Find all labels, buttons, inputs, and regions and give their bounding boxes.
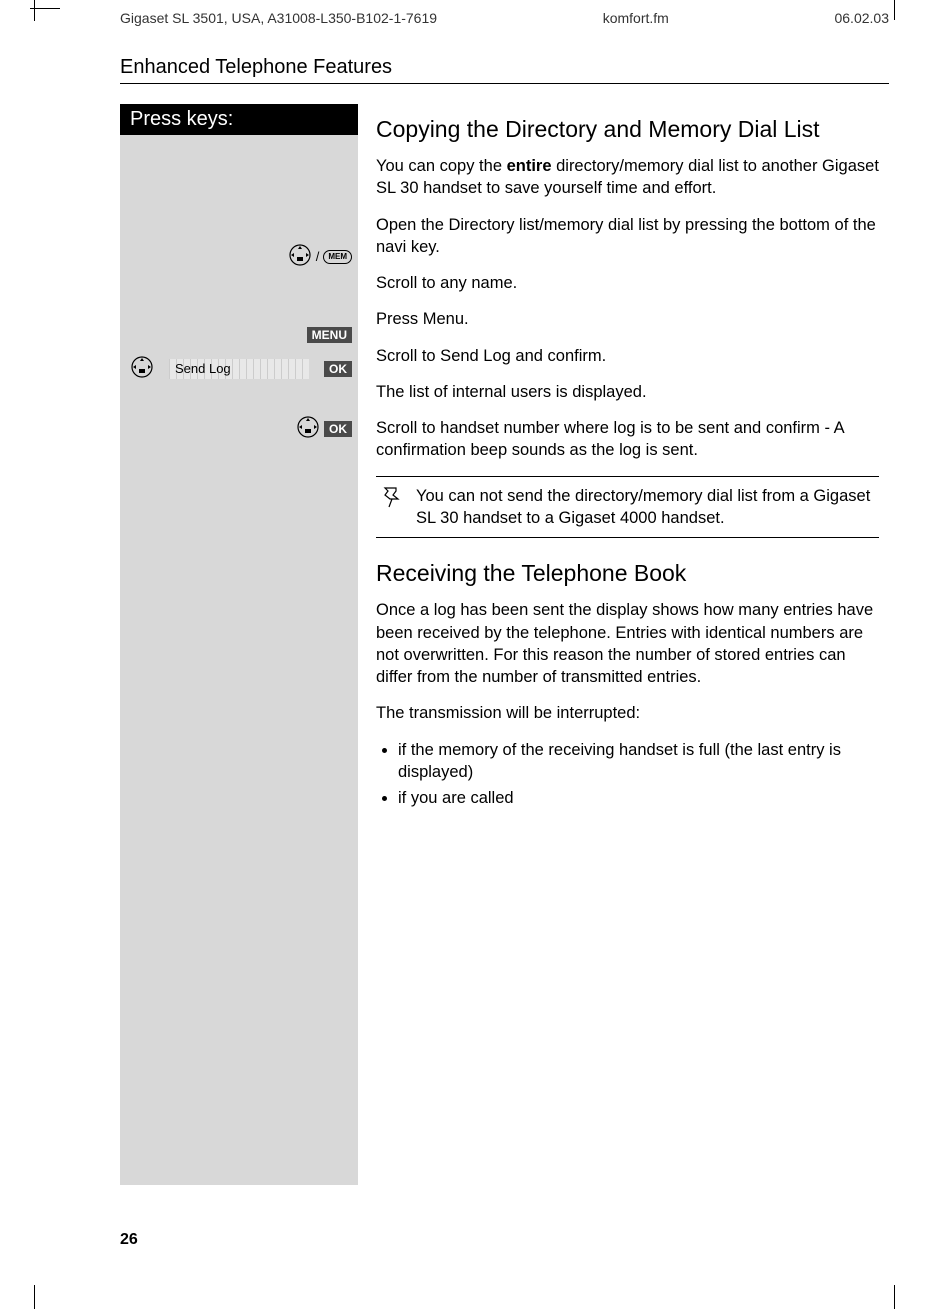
page-number: 26 [120,1231,138,1249]
text-pre: You can copy the [376,157,507,175]
paragraph-scroll-name: Scroll to any name. [376,272,879,294]
paragraph-receive-2: The transmission will be interrupted: [376,702,879,724]
ok-badge: OK [324,361,352,377]
note-text: You can not send the directory/memory di… [416,487,870,527]
key-menu-row: MENU [307,327,352,343]
paragraph-open-directory: Open the Directory list/memory dial list… [376,214,879,259]
page-header: Gigaset SL 3501, USA, A31008-L350-B102-1… [120,10,889,26]
display-send-log: Send Log [169,359,309,379]
heading-receiving: Receiving the Telephone Book [376,558,879,589]
paragraph-press-menu: Press Menu. [376,308,879,330]
key-navi-ok-row: OK [296,415,352,442]
mem-key-icon: MEM [323,250,352,264]
press-keys-column: Press keys: / MEM MENU Send Log [120,104,358,1185]
header-middle: komfort.fm [603,10,669,26]
navi-key-icon [296,415,320,442]
press-keys-panel: / MEM MENU Send Log OK [120,135,358,1185]
content-column: Copying the Directory and Memory Dial Li… [376,104,889,1185]
bullet-item: if you are called [398,787,879,809]
key-navi-mem-row: / MEM [288,243,352,270]
key-send-log-row: Send Log OK [130,355,352,382]
pushpin-icon [380,485,404,509]
bullet-item: if the memory of the receiving handset i… [398,739,879,784]
paragraph-internal-users: The list of internal users is displayed. [376,381,879,403]
text-bold-entire: entire [507,157,552,175]
menu-badge: MENU [307,327,352,343]
interrupt-bullets: if the memory of the receiving handset i… [376,739,879,810]
navi-key-icon [130,355,154,382]
note-box: You can not send the directory/memory di… [376,476,879,539]
section-title: Enhanced Telephone Features [120,56,889,84]
ok-badge: OK [324,421,352,437]
paragraph-copy-intro: You can copy the entire directory/memory… [376,155,879,200]
press-keys-header: Press keys: [120,104,358,135]
paragraph-scroll-handset: Scroll to handset number where log is to… [376,417,879,462]
header-left: Gigaset SL 3501, USA, A31008-L350-B102-1… [120,10,437,26]
paragraph-receive-1: Once a log has been sent the display sho… [376,599,879,688]
slash-separator: / [316,249,320,264]
heading-copying: Copying the Directory and Memory Dial Li… [376,114,879,145]
navi-key-icon [288,243,312,270]
paragraph-scroll-send: Scroll to Send Log and confirm. [376,345,879,367]
